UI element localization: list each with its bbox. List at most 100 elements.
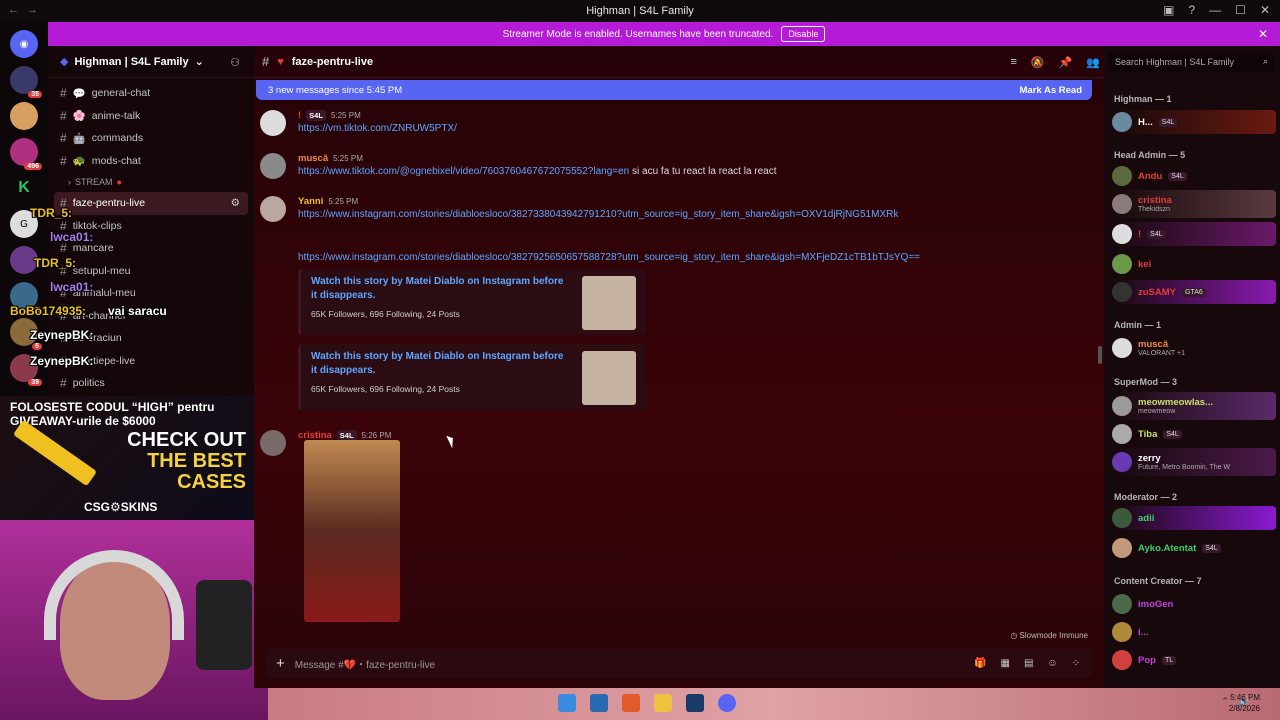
mark-as-read-button[interactable]: Mark As Read xyxy=(1020,85,1082,96)
s4l-tag: S4L xyxy=(306,110,326,121)
channel-politics[interactable]: # politics xyxy=(48,372,254,395)
member[interactable]: i... xyxy=(1112,620,1276,644)
search-input[interactable]: Search Highman | S4L Family ⌕ xyxy=(1108,52,1274,72)
threads-icon[interactable]: ≡ xyxy=(1010,56,1016,69)
channel-mancare[interactable]: # mancare xyxy=(48,237,254,260)
window-controls[interactable]: ▣ ? — ☐ ✕ xyxy=(1163,3,1270,17)
channel-animalul-meu[interactable]: # animalul-meu xyxy=(48,282,254,305)
server-icon[interactable] xyxy=(10,246,38,274)
gif-icon[interactable]: ▦ xyxy=(1000,658,1009,669)
avatar[interactable] xyxy=(260,153,286,179)
member[interactable]: Pop TL xyxy=(1112,648,1276,672)
message-link[interactable]: https://vm.tiktok.com/ZNRUW5PTX/ xyxy=(298,123,457,134)
avatar[interactable] xyxy=(260,430,286,456)
link-embed[interactable]: Watch this story by Matei Diablo on Inst… xyxy=(298,344,646,410)
embed-title[interactable]: Watch this story by Matei Diablo on Inst… xyxy=(311,350,571,378)
channel-reactiepe-live[interactable]: # reactiepe-live xyxy=(48,350,254,373)
member[interactable]: muscă VALORANT +1 xyxy=(1112,334,1276,362)
task-view-icon[interactable] xyxy=(590,694,608,712)
close-icon[interactable]: ✕ xyxy=(1258,27,1268,41)
server-icon[interactable]: 496 xyxy=(10,138,42,170)
member[interactable]: Andu S4L xyxy=(1112,164,1276,188)
server-icon[interactable]: 1 xyxy=(10,282,42,314)
channel-de-craciun[interactable]: # de-craciun xyxy=(48,327,254,350)
channel-setupul-meu[interactable]: # setupul-meu xyxy=(48,260,254,283)
emoji-icon[interactable]: ☺ xyxy=(1047,658,1057,669)
add-attachment-icon[interactable]: + xyxy=(276,655,285,672)
member[interactable]: imoGen xyxy=(1112,592,1276,616)
member[interactable]: adii xyxy=(1112,506,1276,530)
category-stream[interactable]: › STREAM ● xyxy=(48,172,254,192)
username[interactable]: ! xyxy=(298,110,301,121)
embed-thumbnail[interactable] xyxy=(582,276,636,330)
channel-emoji: 🌸 xyxy=(72,110,86,123)
message-composer[interactable]: + Message #💔・faze-pentru-live 🎁 ▦ ▤ ☺ ⁘ xyxy=(266,648,1092,678)
notifications-icon[interactable]: 🔕 xyxy=(1031,56,1045,69)
server-header[interactable]: ◆ Highman | S4L Family ⌄ ⚇ xyxy=(48,46,254,78)
avatar[interactable] xyxy=(260,196,286,222)
channel-name: politics xyxy=(72,377,105,390)
discord-icon[interactable] xyxy=(718,694,736,712)
member[interactable]: cristina Thekidszn xyxy=(1112,190,1276,218)
channel-commands[interactable]: # 🤖 commands xyxy=(48,127,254,150)
members-icon[interactable]: 👥 xyxy=(1086,56,1100,69)
timestamp: 5:26 PM xyxy=(361,431,392,440)
embed-thumbnail[interactable] xyxy=(582,351,636,405)
kick-icon[interactable]: K xyxy=(10,174,38,202)
server-icon[interactable]: G xyxy=(10,210,38,238)
channel-anime-talk[interactable]: # 🌸 anime-talk xyxy=(48,105,254,128)
settings-icon[interactable]: ⚙ xyxy=(231,197,240,209)
server-icon[interactable]: 35 xyxy=(10,66,42,98)
message-link[interactable]: https://www.instagram.com/stories/diablo… xyxy=(298,209,898,220)
timer-icon: ◷ xyxy=(1010,631,1020,640)
pin-icon[interactable]: 📌 xyxy=(1059,56,1073,69)
unread-badge: 5 xyxy=(32,343,42,350)
member[interactable]: Tiba S4L xyxy=(1112,422,1276,446)
member[interactable]: zuSAMY GTA6 xyxy=(1112,280,1276,304)
member[interactable]: zerry Future, Metro Boomin, The W xyxy=(1112,448,1276,476)
minimize-button[interactable]: — xyxy=(1209,3,1221,17)
gift-icon[interactable]: 🎁 xyxy=(974,658,986,669)
member[interactable]: meowmeowlas... meowmeow xyxy=(1112,392,1276,420)
avatar[interactable] xyxy=(260,110,286,136)
member[interactable]: kei xyxy=(1112,252,1276,276)
inbox-icon[interactable]: ▣ xyxy=(1163,3,1174,17)
brave-browser-icon[interactable] xyxy=(622,694,640,712)
username[interactable]: muscă xyxy=(298,153,328,164)
maximize-button[interactable]: ☐ xyxy=(1235,3,1246,17)
sticker-icon[interactable]: ▤ xyxy=(1024,658,1033,669)
file-explorer-icon[interactable] xyxy=(654,694,672,712)
member[interactable]: ! S4L xyxy=(1112,222,1276,246)
channel-general-chat[interactable]: # 💬 general-chat xyxy=(48,82,254,105)
apps-icon[interactable]: ⁘ xyxy=(1072,658,1080,669)
member[interactable]: Ayko.Atentat S4L xyxy=(1112,534,1276,562)
new-messages-bar[interactable]: 3 new messages since 5:45 PM Mark As Rea… xyxy=(256,80,1092,100)
username[interactable]: Yanni xyxy=(298,196,323,207)
server-icon[interactable] xyxy=(10,102,38,130)
image-attachment[interactable] xyxy=(304,440,400,622)
channel-name: reactiepe-live xyxy=(72,354,136,367)
disable-button[interactable]: Disable xyxy=(781,26,826,42)
message-link[interactable]: https://www.tiktok.com/@ognebixel/video/… xyxy=(298,166,629,177)
channel-art-channel[interactable]: # art-channel xyxy=(48,305,254,328)
message-link[interactable]: https://www.instagram.com/stories/diablo… xyxy=(298,252,920,263)
server-icon[interactable]: 39 xyxy=(10,354,42,386)
channel-tiktok-clips[interactable]: # tiktok-clips xyxy=(48,215,254,238)
channel-mods-chat[interactable]: # 🐢 mods-chat xyxy=(48,150,254,173)
message-input[interactable]: Message #💔・faze-pentru-live xyxy=(295,656,435,671)
windows-start-icon[interactable] xyxy=(558,694,576,712)
embed-title[interactable]: Watch this story by Matei Diablo on Inst… xyxy=(311,275,571,303)
member[interactable]: H... S4L xyxy=(1112,110,1276,134)
channel-faze-pentru-live[interactable]: # faze-pentru-live ⚙ xyxy=(54,192,248,215)
help-icon[interactable]: ? xyxy=(1188,3,1195,17)
header-toolbar: ≡ 🔕 📌 👥 xyxy=(1010,56,1100,69)
server-icon[interactable]: 5 xyxy=(10,318,42,350)
scrollbar[interactable] xyxy=(1098,346,1102,364)
add-member-icon[interactable]: ⚇ xyxy=(230,56,240,69)
steam-icon[interactable] xyxy=(686,694,704,712)
clock[interactable]: 5:46 PM 2/8/2026 xyxy=(1229,692,1260,714)
close-button[interactable]: ✕ xyxy=(1260,3,1270,17)
link-embed[interactable]: Watch this story by Matei Diablo on Inst… xyxy=(298,269,646,335)
wifi-icon[interactable]: ⌃ xyxy=(1221,696,1229,707)
home-icon[interactable]: ◉ xyxy=(10,30,38,58)
